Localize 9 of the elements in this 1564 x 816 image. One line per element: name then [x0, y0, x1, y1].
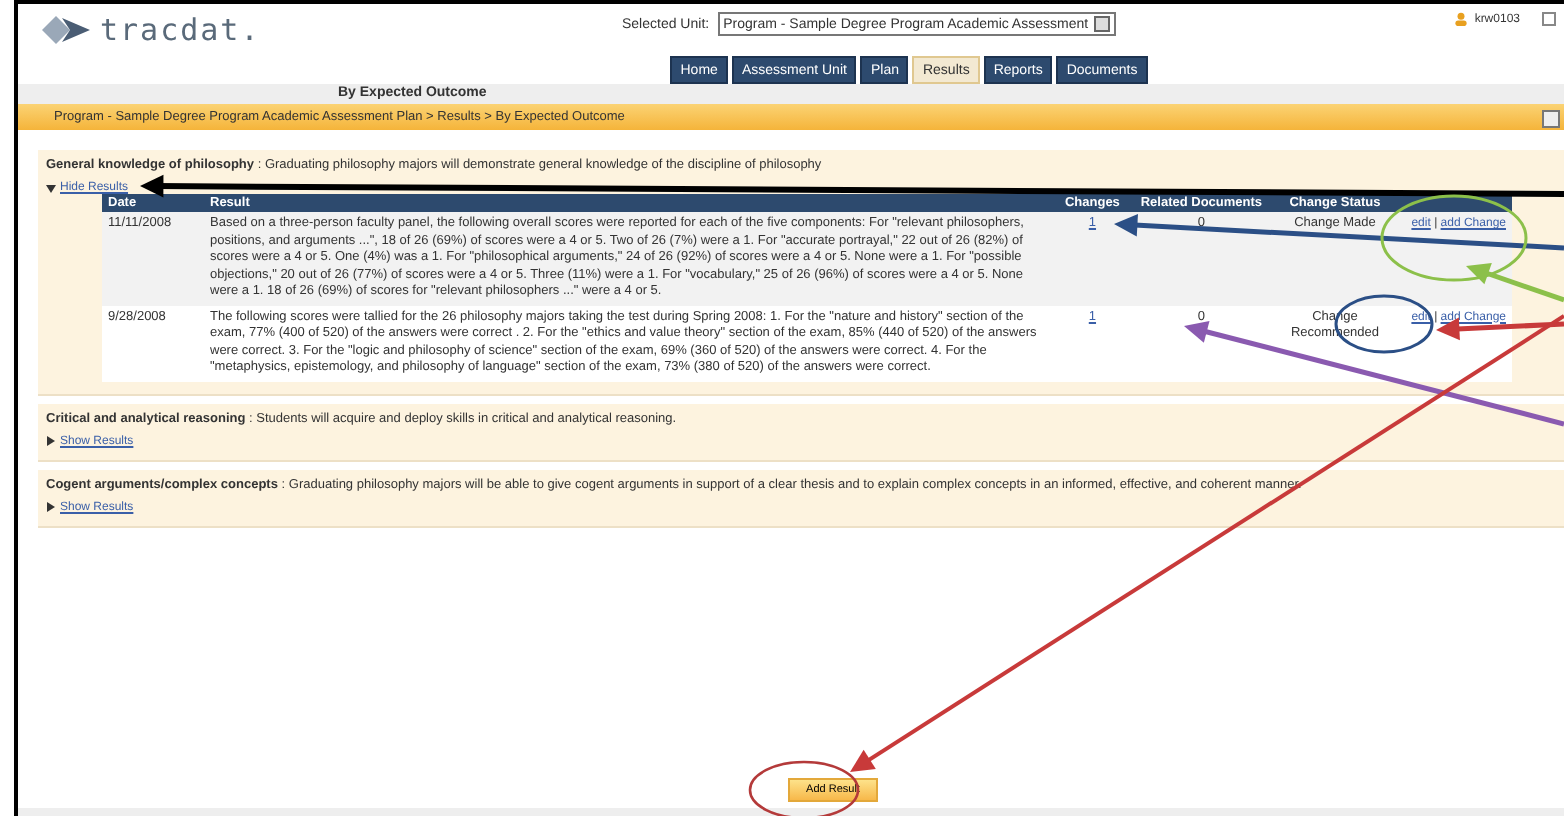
annotation-arrow: [1466, 263, 1564, 303]
expand-triangle-icon[interactable]: [46, 502, 56, 512]
tracdat-logo: tracdat.: [100, 12, 261, 48]
collapse-triangle-icon[interactable]: [46, 183, 56, 193]
user-icon: [1454, 12, 1469, 26]
panel-icon[interactable]: [1542, 110, 1560, 128]
expand-triangle-icon[interactable]: [46, 436, 56, 446]
window-icon[interactable]: [1542, 12, 1556, 26]
diamond-arrow-logo-icon: [42, 16, 94, 44]
